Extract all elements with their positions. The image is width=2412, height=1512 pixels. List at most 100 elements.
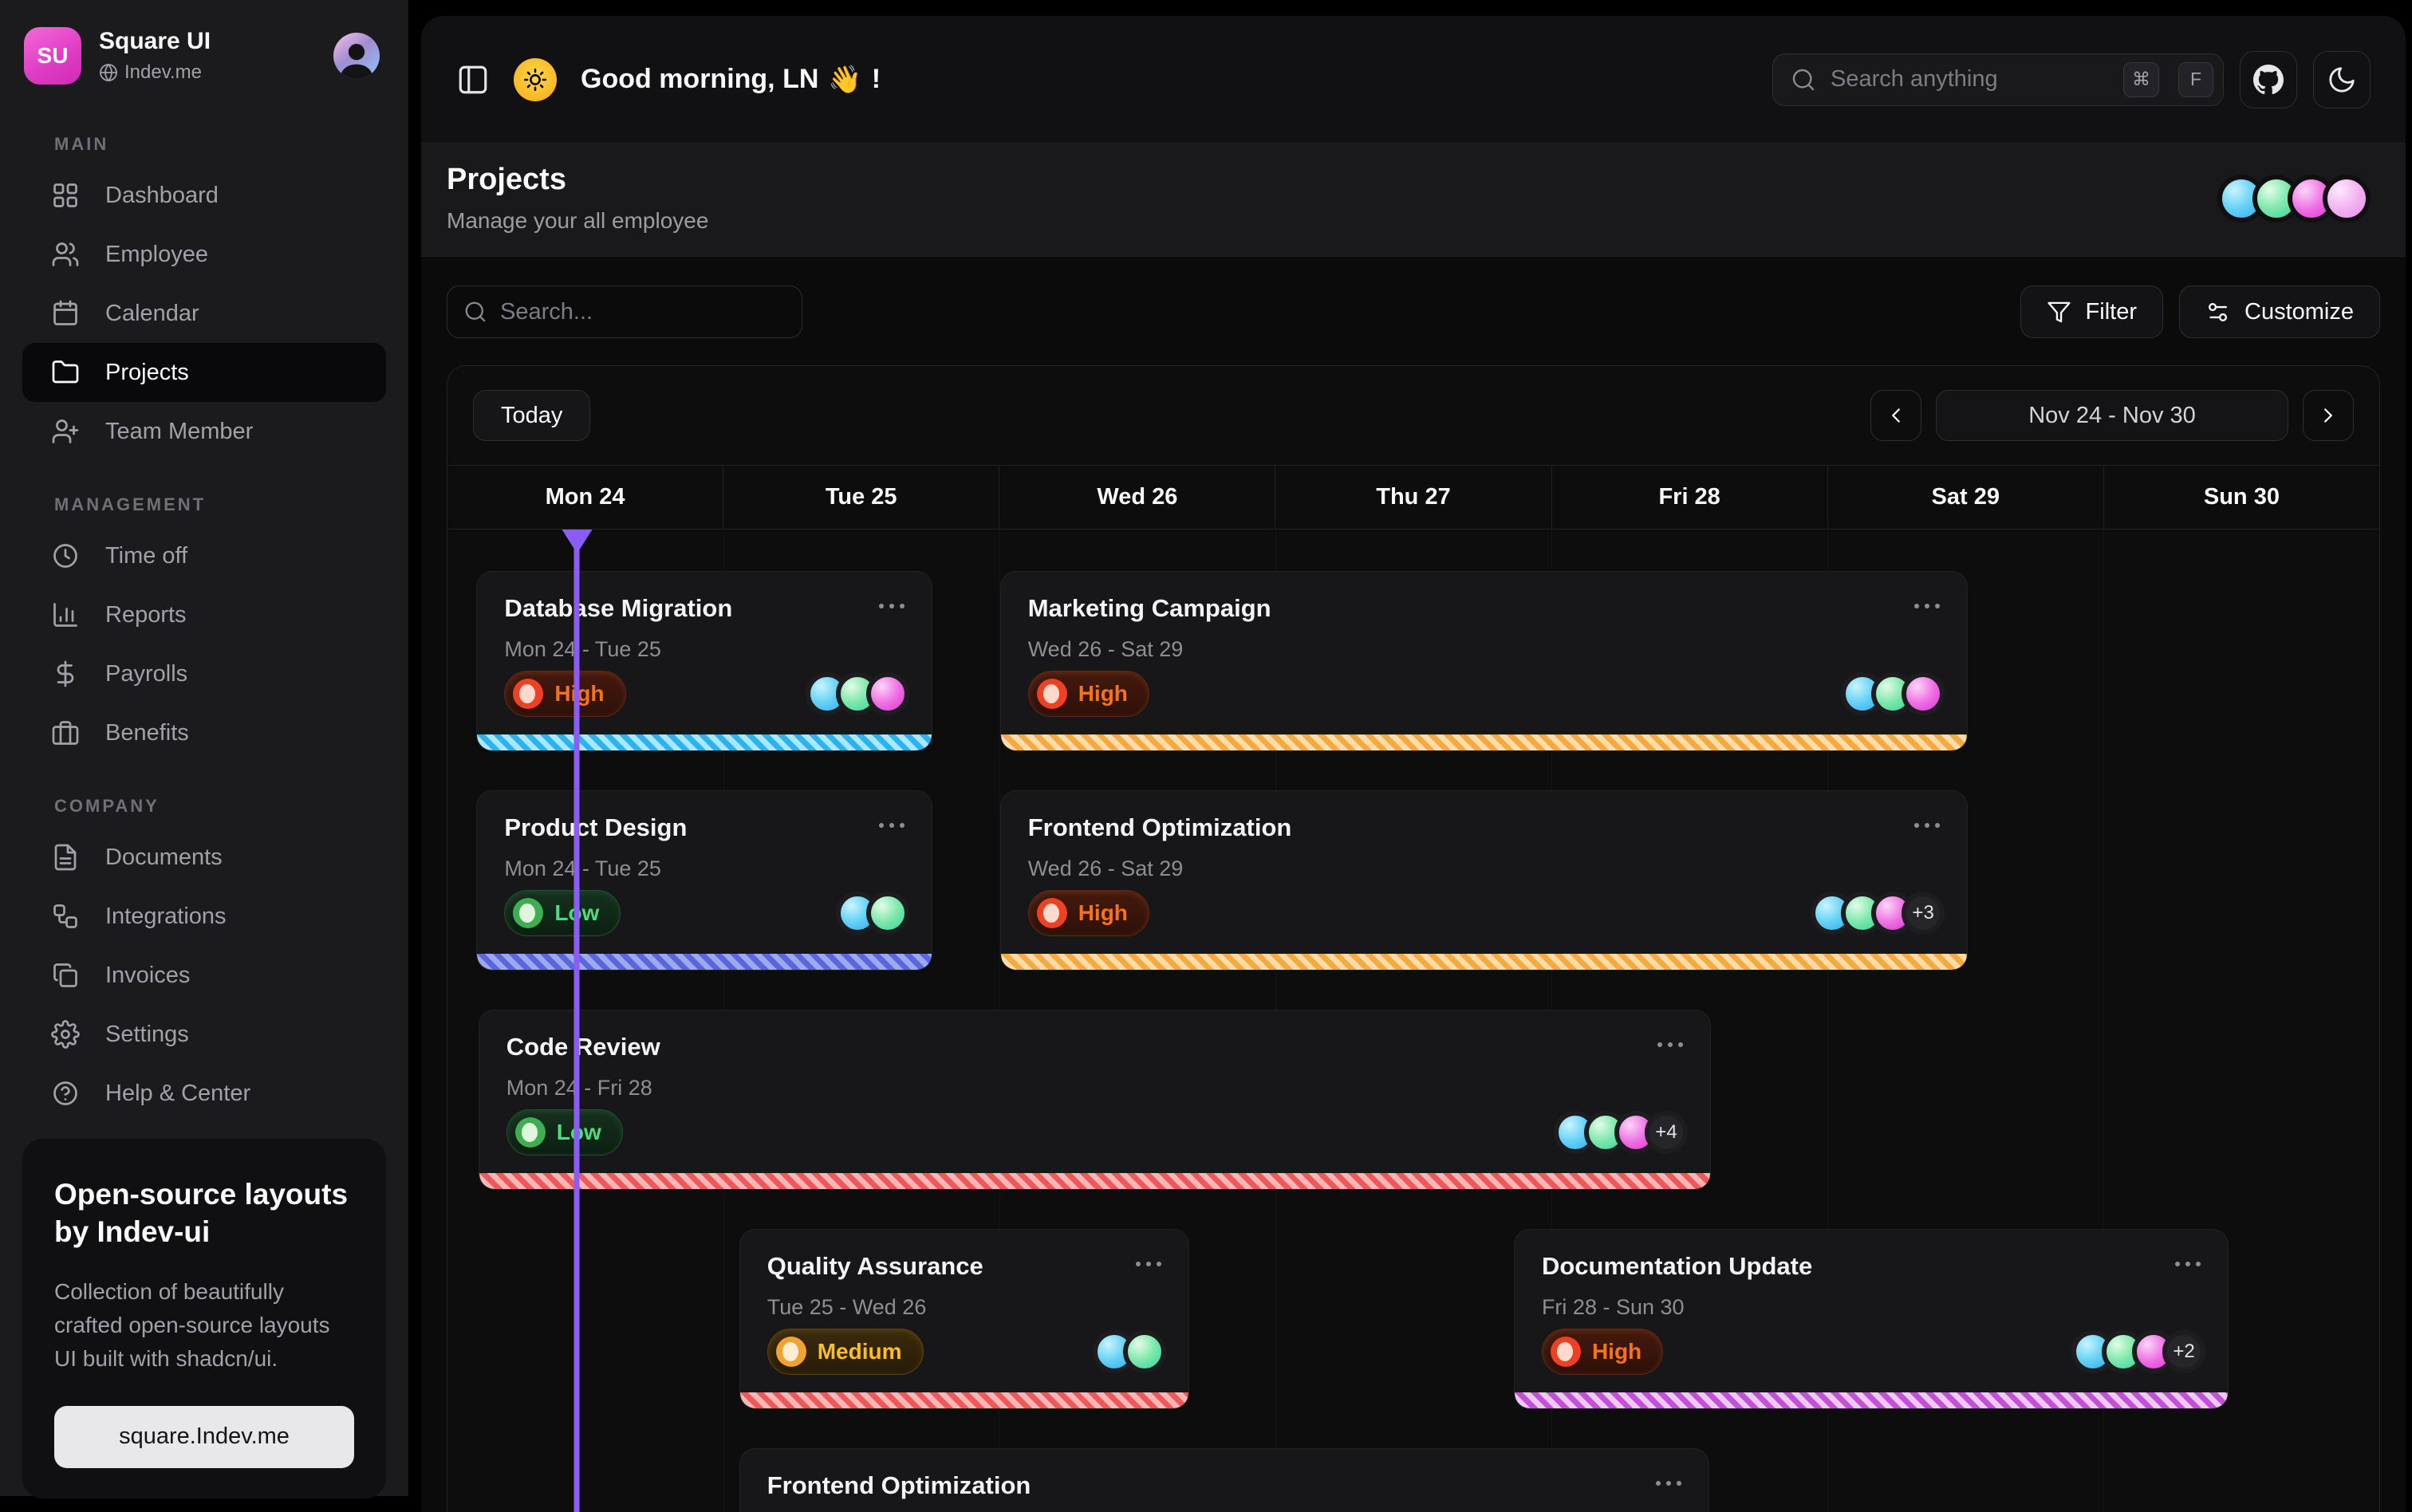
sidebar-item-label: Integrations: [105, 904, 227, 930]
filter-button[interactable]: Filter: [2020, 285, 2163, 338]
sidebar-item-invoices[interactable]: Invoices: [22, 946, 386, 1005]
sidebar-item-projects[interactable]: Projects: [22, 343, 386, 402]
chevron-right-icon: [2316, 404, 2340, 427]
folder-icon: [51, 358, 80, 387]
sidebar-header: SU Square UI Indev.me: [0, 0, 408, 100]
prev-week-button[interactable]: [1870, 390, 1921, 441]
priority-dot: [1551, 1337, 1581, 1367]
progress-stripe: [1001, 734, 1967, 750]
project-card-database-migration[interactable]: Database MigrationMon 24 - Tue 25High: [476, 571, 932, 751]
sidebar: SU Square UI Indev.me MAIN Dashboard Emplo…: [0, 0, 408, 1496]
avatar-overflow-badge: +3: [1902, 892, 1945, 935]
projects-toolbar: Search... Filter Customize: [421, 257, 2406, 365]
dollar-sign-icon: [51, 660, 80, 688]
project-card-code-review[interactable]: Code ReviewMon 24 - Fri 28Low+4: [479, 1010, 1711, 1190]
promo-description: Collection of beautifully crafted open-s…: [54, 1275, 354, 1376]
date-range-button[interactable]: Nov 24 - Nov 30: [1936, 390, 2288, 441]
sidebar-item-label: Payrolls: [105, 661, 187, 687]
project-card-documentation-update[interactable]: Documentation UpdateFri 28 - Sun 30High+…: [1514, 1229, 2229, 1409]
day-header-sun-30: Sun 30: [2103, 466, 2379, 529]
cmd-keycap: ⌘: [2123, 62, 2159, 97]
wave-emoji: 👋: [828, 64, 861, 96]
sidebar-item-settings[interactable]: Settings: [22, 1005, 386, 1064]
card-menu-button[interactable]: [1657, 1033, 1683, 1047]
globe-icon: [99, 63, 118, 82]
project-title: Database Migration: [504, 594, 732, 623]
card-menu-button[interactable]: [1656, 1471, 1681, 1486]
current-time-indicator: [574, 530, 580, 1512]
brand-block: Square UI Indev.me: [99, 28, 211, 84]
card-menu-button[interactable]: [2175, 1252, 2201, 1266]
card-menu-button[interactable]: [879, 813, 905, 828]
card-menu-button[interactable]: [1914, 813, 1940, 828]
sidebar-item-team-member[interactable]: Team Member: [22, 402, 386, 461]
assignee-avatar-group: +4: [1554, 1111, 1688, 1154]
progress-stripe: [479, 1173, 1710, 1189]
priority-badge: High: [1028, 890, 1149, 936]
card-menu-button[interactable]: [1136, 1252, 1161, 1266]
search-icon: [463, 300, 487, 324]
project-card-frontend-optimization[interactable]: Frontend Optimization: [739, 1448, 1709, 1512]
customize-button[interactable]: Customize: [2179, 285, 2380, 338]
sidebar-item-label: Team Member: [105, 419, 253, 445]
card-menu-button[interactable]: [1914, 594, 1940, 608]
assignee-avatar: [1123, 1330, 1166, 1373]
sidebar-section-label: MAIN: [54, 134, 386, 155]
gear-icon: [51, 1020, 80, 1049]
sidebar-item-benefits[interactable]: Benefits: [22, 703, 386, 762]
sidebar-item-label: Projects: [105, 360, 189, 386]
timeline-header: Today Nov 24 - Nov 30: [447, 366, 2379, 465]
assignee-avatar: [1902, 672, 1945, 715]
avatar-overflow-badge: +2: [2162, 1330, 2205, 1373]
promo-link-button[interactable]: square.Indev.me: [54, 1406, 354, 1468]
sidebar-section-label: COMPANY: [54, 796, 386, 817]
sidebar-item-documents[interactable]: Documents: [22, 828, 386, 887]
github-button[interactable]: [2240, 51, 2297, 108]
card-menu-button[interactable]: [879, 594, 905, 608]
sidebar-item-label: Employee: [105, 242, 208, 268]
global-search-input[interactable]: Search anything ⌘ F: [1772, 53, 2224, 106]
user-avatar[interactable]: [333, 33, 380, 79]
projects-search-input[interactable]: Search...: [447, 285, 802, 338]
project-title: Frontend Optimization: [767, 1471, 1031, 1500]
page-subtitle: Manage your all employee: [447, 208, 708, 234]
topbar-right: Search anything ⌘ F: [1772, 51, 2371, 108]
next-week-button[interactable]: [2303, 390, 2354, 441]
assignee-avatar-group: [836, 892, 909, 935]
copy-icon: [51, 961, 80, 990]
priority-dot: [513, 898, 543, 928]
f-keycap: F: [2178, 62, 2213, 97]
progress-stripe: [477, 954, 932, 970]
sidebar-item-help-center[interactable]: Help & Center: [22, 1064, 386, 1123]
sidebar-item-time-off[interactable]: Time off: [22, 526, 386, 585]
brand-domain: Indev.me: [99, 61, 211, 84]
projects-search-placeholder: Search...: [500, 299, 593, 325]
topbar-left: Good morning, LN 👋 !: [456, 58, 881, 101]
sidebar-item-payrolls[interactable]: Payrolls: [22, 644, 386, 703]
today-button[interactable]: Today: [473, 390, 590, 441]
project-card-marketing-campaign[interactable]: Marketing CampaignWed 26 - Sat 29High: [1000, 571, 1968, 751]
assignee-avatar-group: +3: [1811, 892, 1945, 935]
progress-stripe: [1515, 1392, 2228, 1408]
project-title: Quality Assurance: [767, 1252, 983, 1281]
project-card-product-design[interactable]: Product DesignMon 24 - Tue 25Low: [476, 790, 932, 971]
project-dates: Tue 25 - Wed 26: [767, 1295, 1161, 1320]
sidebar-item-reports[interactable]: Reports: [22, 585, 386, 644]
sidebar-item-employee[interactable]: Employee: [22, 225, 386, 284]
theme-toggle-button[interactable]: [2313, 51, 2371, 108]
project-card-quality-assurance[interactable]: Quality AssuranceTue 25 - Wed 26Medium: [739, 1229, 1189, 1409]
chart-column-icon: [51, 600, 80, 629]
sidebar-toggle-button[interactable]: [456, 63, 490, 96]
sidebar-item-label: Invoices: [105, 963, 190, 989]
project-card-frontend-optimization[interactable]: Frontend OptimizationWed 26 - Sat 29High…: [1000, 790, 1968, 971]
help-circle-icon: [51, 1079, 80, 1108]
sidebar-section-label: MANAGEMENT: [54, 494, 386, 515]
project-dates: Wed 26 - Sat 29: [1028, 856, 1940, 881]
progress-stripe: [1001, 954, 1967, 970]
sidebar-item-integrations[interactable]: Integrations: [22, 887, 386, 946]
sidebar-item-dashboard[interactable]: Dashboard: [22, 166, 386, 225]
sidebar-item-calendar[interactable]: Calendar: [22, 284, 386, 343]
priority-dot: [1037, 898, 1067, 928]
main-panel: Good morning, LN 👋 ! Search anything ⌘ F: [421, 16, 2406, 1512]
briefcase-icon: [51, 719, 80, 747]
